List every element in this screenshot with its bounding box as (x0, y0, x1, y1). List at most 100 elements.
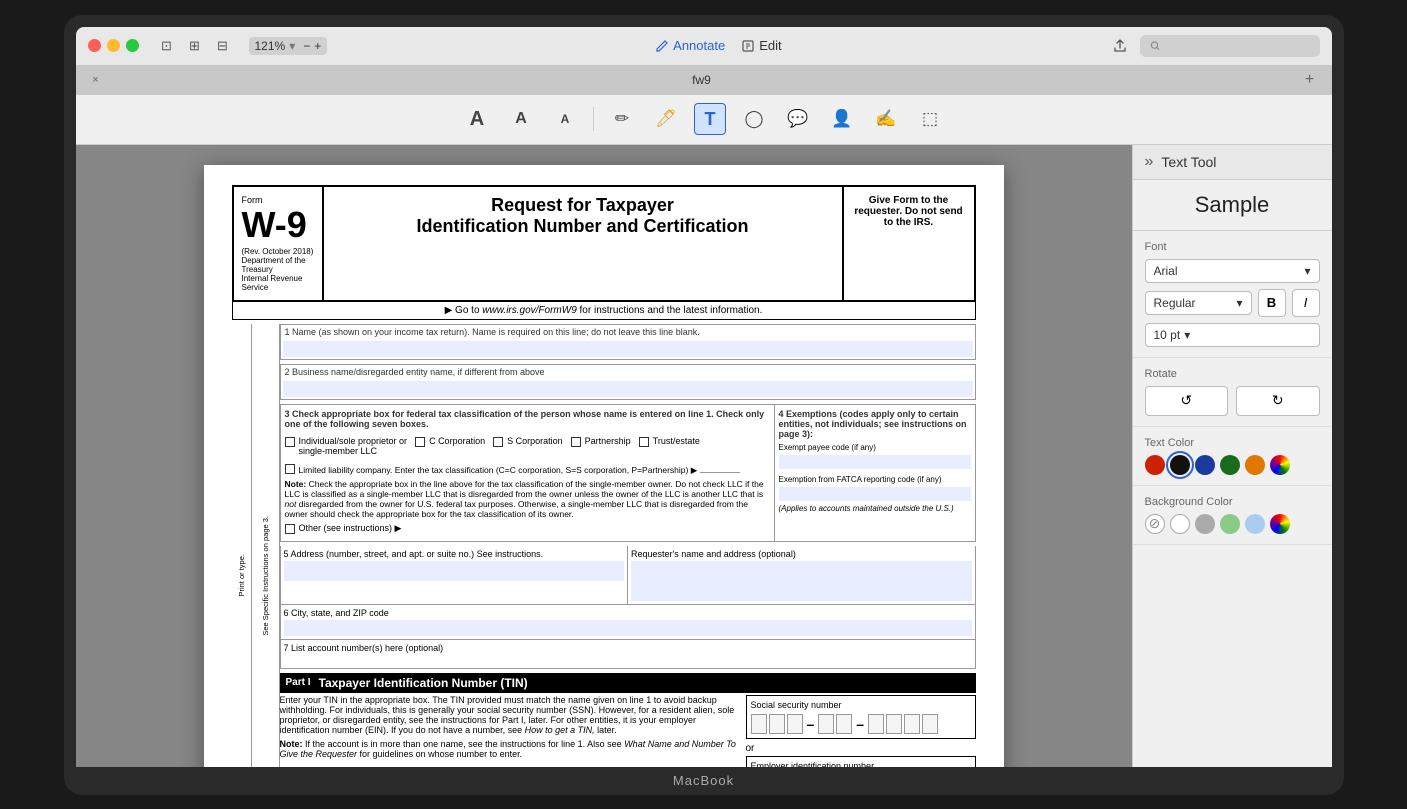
bg-color-light-green[interactable] (1220, 514, 1240, 534)
side-print-text: Print or type. (232, 324, 252, 767)
search-box[interactable] (1140, 35, 1320, 57)
llc-note: Note: Check the appropriate box in the l… (285, 479, 770, 519)
bg-color-none[interactable]: ⊘ (1145, 514, 1165, 534)
color-green[interactable] (1220, 455, 1240, 475)
font-size-value: 10 pt (1154, 328, 1181, 342)
main-content: Form W-9 (Rev. October 2018)Department o… (76, 145, 1332, 767)
edit-button[interactable]: Edit (741, 38, 781, 53)
font-family-select[interactable]: Arial ▾ (1145, 259, 1320, 283)
ssn-cell[interactable] (751, 714, 767, 734)
font-style-select[interactable]: Regular ▾ (1145, 291, 1252, 315)
tab-add-button[interactable]: + (1300, 70, 1320, 90)
zoom-control[interactable]: 121% ▾ − + (249, 37, 328, 55)
color-red[interactable] (1145, 455, 1165, 475)
llc-row[interactable]: Limited liability company. Enter the tax… (285, 463, 770, 476)
grid-view-icon[interactable]: ⊞ (185, 38, 205, 54)
bold-button[interactable]: B (1258, 289, 1286, 317)
tin-instructions: Enter your TIN in the appropriate box. T… (280, 695, 738, 767)
ssn-cell[interactable] (886, 714, 902, 734)
account-input[interactable] (284, 653, 972, 665)
city-input[interactable] (284, 620, 972, 636)
ssn-segment-3 (868, 714, 938, 734)
italic-button[interactable]: I (1292, 289, 1320, 317)
highlight-tool-icon[interactable]: 🖊 (650, 103, 682, 135)
macbook-label: MacBook (673, 767, 734, 794)
line2-input[interactable] (283, 381, 973, 397)
city-row: 6 City, state, and ZIP code (280, 605, 976, 640)
sidebar-toggle-icon[interactable]: ⊡ (157, 38, 177, 54)
annotate-button[interactable]: Annotate (655, 38, 725, 53)
checkbox-trust[interactable]: Trust/estate (639, 436, 700, 456)
fatca-input[interactable] (779, 487, 971, 501)
rotate-right-button[interactable]: ↻ (1236, 386, 1320, 416)
zoom-minus[interactable]: − (303, 39, 310, 53)
ssn-cell[interactable] (818, 714, 834, 734)
bg-color-multicolor[interactable] (1270, 514, 1290, 534)
text-insert-tool-icon[interactable]: T (694, 103, 726, 135)
rotate-left-button[interactable]: ↺ (1145, 386, 1229, 416)
ssn-inputs: – – (751, 714, 971, 734)
text-resize-medium-icon[interactable]: A (505, 103, 537, 135)
tab-bar: × fw9 + (76, 65, 1332, 95)
bg-color-white[interactable] (1170, 514, 1190, 534)
annotation-toolbar: A A A ✏ 🖊 T ◯ 💬 👤 ✍ ⬚ (76, 95, 1332, 145)
text-resize-large-icon[interactable]: A (461, 103, 493, 135)
traffic-lights (88, 39, 139, 52)
requesters-input[interactable] (631, 561, 972, 601)
font-family-chevron: ▾ (1304, 264, 1310, 278)
share-icon[interactable] (1110, 38, 1130, 54)
exempt-payee-input[interactable] (779, 455, 971, 469)
color-multicolor[interactable] (1270, 455, 1290, 475)
font-style-row: Regular ▾ B I (1145, 289, 1320, 317)
ssn-cell[interactable] (868, 714, 884, 734)
shape-tool-icon[interactable]: ◯ (738, 103, 770, 135)
ssn-cell[interactable] (922, 714, 938, 734)
url-bar: ▶ Go to www.irs.gov/FormW9 for instructi… (232, 302, 976, 320)
tab-close-button[interactable]: × (88, 72, 104, 88)
panel-toggle-button[interactable]: » (1145, 153, 1154, 171)
bg-color-light-blue[interactable] (1245, 514, 1265, 534)
bold-label: B (1267, 295, 1276, 310)
line5-input[interactable] (284, 561, 625, 581)
close-button[interactable] (88, 39, 101, 52)
line1-input[interactable] (283, 341, 973, 357)
note-tool-icon[interactable]: 💬 (782, 103, 814, 135)
italic-label: I (1304, 295, 1308, 310)
form-text: Form (242, 195, 314, 205)
checkbox-other[interactable]: Other (see instructions) ▶ (285, 523, 770, 534)
stamp-tool-icon[interactable]: 👤 (826, 103, 858, 135)
pdf-viewer[interactable]: Form W-9 (Rev. October 2018)Department o… (76, 145, 1132, 767)
checkbox-c-corp[interactable]: C Corporation (415, 436, 485, 456)
draw-tool-icon[interactable]: ✍ (870, 103, 902, 135)
zoom-plus[interactable]: + (314, 39, 321, 53)
bg-color-gray[interactable] (1195, 514, 1215, 534)
line2-field: 2 Business name/disregarded entity name,… (280, 364, 976, 400)
pencil-tool-icon[interactable]: ✏ (606, 103, 638, 135)
checkbox-s-corp[interactable]: S Corporation (493, 436, 563, 456)
ssn-cell[interactable] (769, 714, 785, 734)
font-size-select[interactable]: 10 pt ▾ (1145, 323, 1320, 347)
form-number-label: Form W-9 (Rev. October 2018)Department o… (234, 187, 324, 300)
checkbox-partnership[interactable]: Partnership (571, 436, 631, 456)
requesters-field: Requester's name and address (optional) (628, 546, 975, 604)
tin-right: Social security number – (746, 695, 976, 767)
color-orange[interactable] (1245, 455, 1265, 475)
minimize-button[interactable] (107, 39, 120, 52)
ssn-cell[interactable] (904, 714, 920, 734)
ssn-cell[interactable] (787, 714, 803, 734)
checkbox-individual[interactable]: Individual/sole proprietor orsingle-memb… (285, 436, 408, 456)
select-tool-icon[interactable]: ⬚ (914, 103, 946, 135)
layout-icon[interactable]: ⊟ (213, 38, 233, 54)
panel-sample-text: Sample (1133, 180, 1332, 231)
maximize-button[interactable] (126, 39, 139, 52)
ein-label: Employer identification number (751, 761, 971, 767)
text-resize-small-icon[interactable]: A (549, 103, 581, 135)
color-navy[interactable] (1195, 455, 1215, 475)
rotate-section-label: Rotate (1145, 368, 1320, 380)
bg-color-label: Background Color (1145, 496, 1320, 508)
search-input[interactable] (1166, 39, 1309, 53)
part1-header: Part I Taxpayer Identification Number (T… (280, 673, 976, 693)
ssn-cell[interactable] (836, 714, 852, 734)
text-color-row (1145, 455, 1320, 475)
color-black[interactable] (1170, 455, 1190, 475)
